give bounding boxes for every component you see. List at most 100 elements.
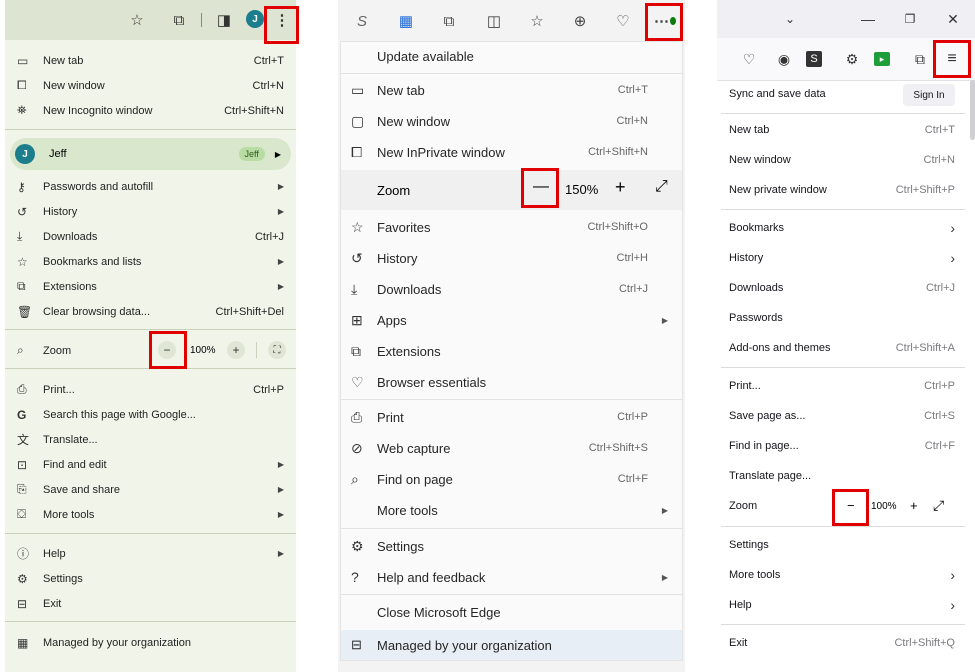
menu-item-passwords[interactable]: ⚷ Passwords and autofill ▶ (5, 174, 296, 199)
menu-item-downloads[interactable]: Downloads Ctrl+J (717, 274, 975, 302)
download-icon: ⤓ (17, 229, 23, 243)
zoom-row: ⌕ Zoom (5, 338, 296, 363)
menu-item-new-window[interactable]: New window Ctrl+N (717, 146, 975, 174)
zoom-in-button[interactable]: + (615, 177, 626, 198)
collections-icon[interactable]: ⊕ (569, 10, 591, 32)
selenium-icon[interactable]: S (806, 51, 822, 67)
menu-item-extensions[interactable]: ⧉ Extensions (341, 337, 682, 365)
menu-item-settings[interactable]: Settings (717, 531, 975, 559)
edge-toolbar: S ▦ ⧉ ◫ ☆ ⊕ ♡ ⋯ (338, 0, 685, 41)
kebab-menu-icon[interactable]: ⋮ (271, 9, 293, 31)
zoom-in-button[interactable]: + (227, 341, 245, 359)
extensions-icon[interactable]: ⧉ (168, 9, 190, 31)
menu-item-new-window[interactable]: ▢ New window Ctrl+N (341, 107, 682, 135)
menu-item-help[interactable]: ⓘ Help ▶ (5, 541, 296, 566)
gear-addon-icon[interactable]: ⚙ (841, 48, 863, 70)
minimize-icon[interactable]: — (857, 8, 879, 30)
menu-item-favorites[interactable]: ☆ Favorites Ctrl+Shift+O (341, 213, 682, 241)
menu-item-help[interactable]: Help › (717, 591, 975, 619)
chevron-down-icon[interactable]: ⌄ (779, 8, 801, 30)
menu-item-translate[interactable]: 文 Translate... (5, 427, 296, 452)
menu-item-addons[interactable]: Add-ons and themes Ctrl+Shift+A (717, 334, 975, 362)
menu-item-find-edit[interactable]: ⊡ Find and edit ▶ (5, 452, 296, 477)
menu-item-more-tools[interactable]: ⛋ More tools ▶ (5, 502, 296, 527)
heart-pulse-icon[interactable]: ♡ (612, 10, 634, 32)
menu-item-new-tab[interactable]: New tab Ctrl+T (717, 116, 975, 144)
menu-item-search-google[interactable]: G Search this page with Google... (5, 402, 296, 427)
hamburger-menu-icon[interactable]: ≡ (941, 48, 963, 70)
menu-item-history[interactable]: ↺ History ▶ (5, 199, 296, 224)
menu-item-inprivate[interactable]: ⧠ New InPrivate window Ctrl+Shift+N (341, 138, 682, 166)
more-icon[interactable]: ⋯ (654, 10, 676, 32)
menu-item-downloads[interactable]: ⤓ Downloads Ctrl+J (5, 224, 296, 249)
menu-item-exit[interactable]: Exit Ctrl+Shift+Q (717, 629, 975, 657)
zoom-out-button[interactable]: − (158, 341, 176, 359)
star-icon[interactable]: ☆ (126, 9, 148, 31)
fullscreen-icon[interactable]: ⤢ (933, 497, 944, 514)
chevron-right-icon: ▶ (277, 485, 284, 494)
favorites-icon[interactable]: ☆ (526, 10, 548, 32)
zoom-out-button[interactable]: − (847, 498, 855, 513)
close-icon[interactable]: ✕ (942, 8, 964, 30)
menu-item-new-tab[interactable]: ▭ New tab Ctrl+T (5, 48, 296, 73)
split-screen-icon[interactable]: ◫ (483, 10, 505, 32)
menu-item-bookmarks[interactable]: ☆ Bookmarks and lists ▶ (5, 249, 296, 274)
menu-item-more-tools[interactable]: More tools › (717, 561, 975, 589)
menu-item-save-share[interactable]: ⎘ Save and share ▶ (5, 477, 296, 502)
menu-item-settings[interactable]: ⚙ Settings (5, 566, 296, 591)
restore-icon[interactable]: ❐ (899, 8, 921, 30)
menu-item-passwords[interactable]: Passwords (717, 304, 975, 332)
menu-item-find-in-page[interactable]: Find in page... Ctrl+F (717, 432, 975, 460)
extensions-icon[interactable]: ⧉ (909, 48, 931, 70)
menu-item-managed[interactable]: ▦ Managed by your organization (5, 630, 296, 655)
menu-item-clear-data[interactable]: 🗑 Clear browsing data... Ctrl+Shift+Del (5, 299, 296, 324)
menu-item-history[interactable]: History › (717, 244, 975, 272)
grid-icon[interactable]: ▦ (395, 10, 417, 32)
menu-item-managed[interactable]: ⊟ Managed by your organization (341, 630, 682, 660)
menu-item-translate[interactable]: Translate page... (717, 462, 975, 490)
zoom-in-button[interactable]: + (910, 498, 918, 513)
menu-item-history[interactable]: ↺ History Ctrl+H (341, 244, 682, 272)
menu-item-downloads[interactable]: ⤓ Downloads Ctrl+J (341, 275, 682, 303)
update-available[interactable]: Update available (341, 42, 682, 70)
menu-item-extensions[interactable]: ⧉ Extensions ▶ (5, 274, 296, 299)
menu-item-web-capture[interactable]: ⊘ Web capture Ctrl+Shift+S (341, 434, 682, 462)
new-tab-icon: ▭ (351, 81, 365, 98)
sign-in-button[interactable]: Sign In (903, 84, 955, 106)
menu-item-print[interactable]: Print... Ctrl+P (717, 372, 975, 400)
menu-item-new-window[interactable]: ⧠ New window Ctrl+N (5, 73, 296, 98)
menu-item-more-tools[interactable]: More tools ▶ (341, 496, 682, 524)
inprivate-icon: ⧠ (351, 143, 363, 160)
profile-row[interactable]: J Jeff Jeff ▶ (10, 138, 291, 170)
chevron-right-icon: ▶ (274, 149, 281, 159)
menu-item-incognito[interactable]: ⛯ New Incognito window Ctrl+Shift+N (5, 98, 296, 123)
green-addon-icon[interactable]: ▸ (874, 52, 890, 66)
menu-item-print[interactable]: ⎙ Print... Ctrl+P (5, 377, 296, 402)
menu-item-close-edge[interactable]: Close Microsoft Edge (341, 598, 682, 626)
menu-item-print[interactable]: ⎙ Print Ctrl+P (341, 403, 682, 431)
menu-item-help-feedback[interactable]: ? Help and feedback ▶ (341, 563, 682, 591)
skype-icon[interactable]: S (351, 10, 373, 32)
edge-menu-panel: S ▦ ⧉ ◫ ☆ ⊕ ♡ ⋯ Update available ▭ New t… (338, 0, 685, 672)
profile-avatar[interactable]: J (246, 10, 264, 28)
menu-item-private-window[interactable]: New private window Ctrl+Shift+P (717, 176, 975, 204)
pocket-icon[interactable]: ♡ (738, 48, 760, 70)
menu-item-exit[interactable]: ⊟ Exit (5, 591, 296, 616)
menu-item-find-on-page[interactable]: ⌕ Find on page Ctrl+F (341, 465, 682, 493)
account-icon[interactable]: ◉ (773, 48, 795, 70)
side-panel-icon[interactable]: ◨ (213, 9, 235, 31)
extensions-icon[interactable]: ⧉ (438, 10, 460, 32)
heart-pulse-icon: ♡ (351, 373, 364, 390)
menu-item-apps[interactable]: ⊞ Apps ▶ (341, 306, 682, 334)
translate-icon: 文 (17, 433, 30, 447)
chevron-right-icon: › (950, 250, 955, 266)
menu-item-new-tab[interactable]: ▭ New tab Ctrl+T (341, 76, 682, 104)
fullscreen-icon[interactable]: ⛶ (268, 341, 286, 359)
menu-item-bookmarks[interactable]: Bookmarks › (717, 214, 975, 242)
zoom-out-button[interactable]: — (533, 178, 549, 196)
menu-item-browser-essentials[interactable]: ♡ Browser essentials (341, 368, 682, 396)
menu-divider (5, 533, 296, 534)
menu-item-save-page[interactable]: Save page as... Ctrl+S (717, 402, 975, 430)
menu-item-settings[interactable]: ⚙ Settings (341, 532, 682, 560)
expand-icon[interactable]: ⤢ (655, 178, 668, 196)
